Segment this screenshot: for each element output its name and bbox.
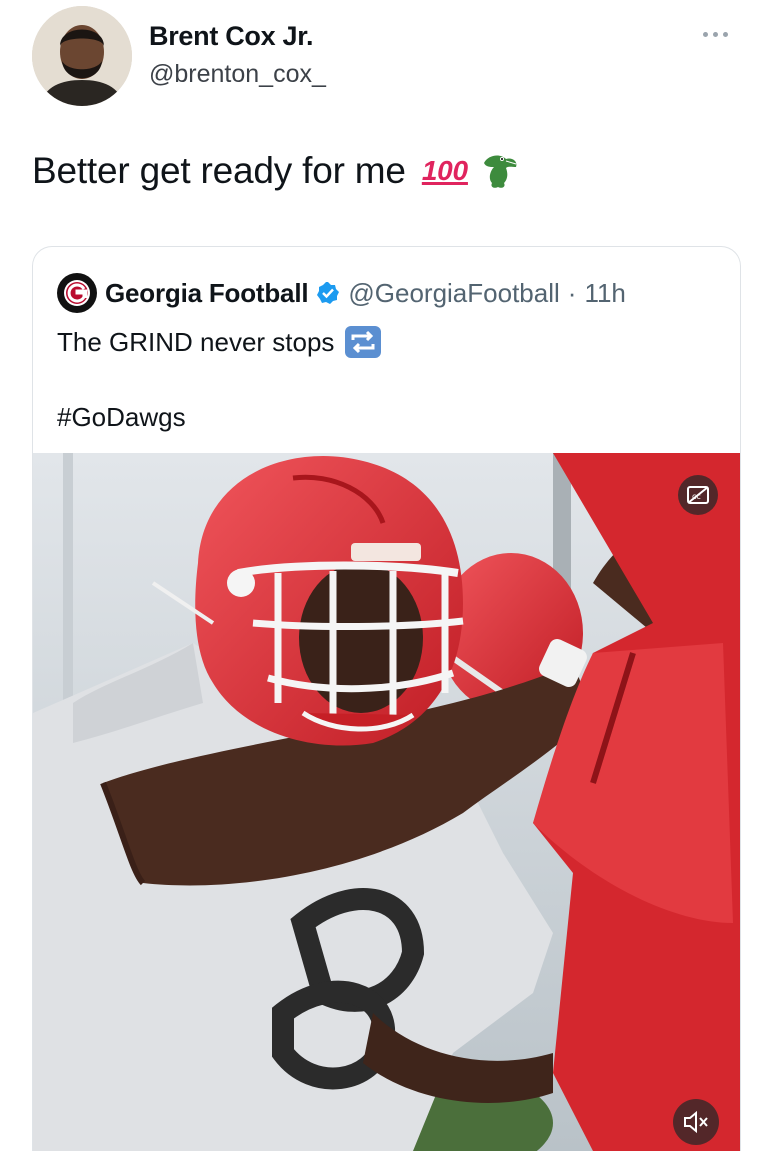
verified-badge-icon: [317, 282, 340, 304]
profile-photo: [32, 6, 132, 106]
quoted-author-handle[interactable]: @GeorgiaFootball: [348, 278, 559, 309]
quoted-tweet[interactable]: Georgia Football @GeorgiaFootball · 11h …: [32, 246, 741, 1151]
hundred-points-icon: 100: [421, 155, 468, 186]
hashtag-link[interactable]: #GoDawgs: [57, 402, 186, 433]
georgia-logo-icon[interactable]: [57, 273, 97, 313]
tweet-body: Better get ready for me: [32, 150, 406, 191]
quoted-body: The GRIND never stops: [57, 326, 335, 357]
video-player[interactable]: cc: [33, 453, 740, 1151]
video-frame: [33, 453, 740, 1151]
quoted-text: The GRIND never stops: [57, 325, 382, 359]
dot-separator: ·: [567, 277, 577, 308]
quoted-timestamp[interactable]: 11h: [584, 278, 625, 309]
quoted-author-name[interactable]: Georgia Football: [105, 278, 309, 309]
avatar[interactable]: [32, 6, 132, 106]
author-handle[interactable]: @brenton_cox_: [149, 60, 326, 89]
more-options-icon[interactable]: [703, 24, 739, 44]
author-name[interactable]: Brent Cox Jr.: [149, 21, 313, 52]
muted-speaker-icon[interactable]: [673, 1099, 719, 1145]
closed-captions-icon[interactable]: cc: [678, 475, 718, 515]
repeat-emoji-icon: [345, 326, 382, 358]
tweet-text: Better get ready for me 100: [32, 150, 522, 192]
alligator-emoji-icon: [483, 155, 517, 188]
quoted-header: Georgia Football @GeorgiaFootball · 11h: [57, 273, 626, 313]
